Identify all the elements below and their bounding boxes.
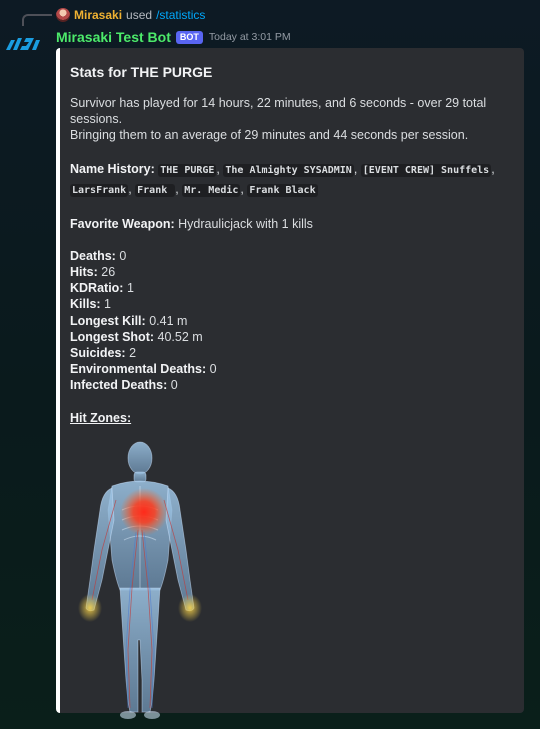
chest-hit-marker	[120, 487, 168, 536]
stat-environmental-deaths: Environmental Deaths: 0	[70, 361, 510, 377]
summary-line-1: Survivor has played for 14 hours, 22 min…	[70, 96, 487, 127]
summary-line-2: Bringing them to an average of 29 minute…	[70, 128, 469, 143]
reply-action-text: used	[126, 8, 153, 22]
reply-user-avatar[interactable]	[56, 8, 70, 22]
embed-title: Stats for THE PURGE	[70, 64, 213, 80]
human-body-icon	[78, 441, 202, 719]
bot-badge: BOT	[175, 30, 203, 44]
stat-value: 2	[129, 346, 137, 361]
stat-deaths: Deaths: 0	[70, 248, 510, 264]
favorite-weapon-value: Hydraulicjack with 1 kills	[178, 216, 313, 231]
stat-kdratio: KDRatio: 1	[70, 280, 510, 296]
reply-command[interactable]: /statistics	[156, 8, 205, 22]
bot-avatar-icon[interactable]	[6, 34, 40, 54]
stat-kills: Kills: 1	[70, 296, 510, 312]
reply-username[interactable]: Mirasaki	[74, 8, 122, 22]
stat-infected-deaths: Infected Deaths: 0	[70, 377, 510, 393]
stat-value: 40.52 m	[157, 329, 203, 344]
reply-connector	[22, 14, 52, 26]
bot-username[interactable]: Mirasaki Test Bot	[56, 29, 171, 45]
message-timestamp[interactable]: Today at 3:01 PM	[209, 31, 291, 43]
stat-value: 0	[209, 362, 217, 377]
favorite-weapon-label: Favorite Weapon:	[70, 216, 175, 231]
stat-label: Hits:	[70, 265, 98, 280]
name-history-label: Name History:	[70, 161, 155, 176]
stat-value: 1	[126, 281, 134, 296]
name-history-item: The Almighty SYSADMIN	[223, 163, 354, 177]
stat-suicides: Suicides: 2	[70, 345, 510, 361]
name-history-item: Frank	[135, 183, 176, 197]
stat-label: Environmental Deaths:	[70, 362, 207, 377]
name-history-item: [EVENT CREW] Snuffels	[360, 163, 492, 177]
message-header: Mirasaki Test Bot BOT Today at 3:01 PM	[56, 28, 291, 46]
stat-label: Kills:	[70, 297, 101, 312]
stat-longest-shot: Longest Shot: 40.52 m	[70, 329, 510, 345]
name-history-item: Frank Black	[247, 183, 318, 197]
reply-context[interactable]: Mirasaki used /statistics	[56, 6, 205, 24]
stats-embed: Stats for THE PURGE Survivor has played …	[56, 48, 524, 719]
stat-longest-kill: Longest Kill: 0.41 m	[70, 313, 510, 329]
stat-value: 1	[104, 297, 111, 312]
hit-zones-image[interactable]	[72, 440, 232, 725]
stat-label: KDRatio:	[70, 281, 124, 296]
stat-label: Infected Deaths:	[70, 378, 168, 393]
name-history: Name History: THE PURGE, The Almighty SY…	[70, 161, 495, 197]
stat-value: 0	[170, 378, 178, 393]
name-history-item: THE PURGE	[158, 163, 217, 177]
stat-value: 26	[101, 265, 116, 280]
stat-label: Deaths:	[70, 248, 116, 263]
hit-zones-heading: Hit Zones:	[70, 410, 510, 426]
hit-zones-label: Hit Zones:	[70, 410, 132, 425]
stat-hits: Hits: 26	[70, 264, 510, 280]
stat-value: 0	[119, 248, 127, 263]
stat-label: Longest Shot:	[70, 329, 155, 344]
favorite-weapon: Favorite Weapon: Hydraulicjack with 1 ki…	[70, 216, 510, 232]
stat-label: Longest Kill:	[70, 313, 146, 328]
name-history-item: LarsFrank	[70, 183, 129, 197]
embed-description: Survivor has played for 14 hours, 22 min…	[70, 95, 510, 725]
name-history-item: Mr. Medic	[182, 183, 241, 197]
stat-value: 0.41 m	[149, 313, 188, 328]
stat-label: Suicides:	[70, 346, 126, 361]
